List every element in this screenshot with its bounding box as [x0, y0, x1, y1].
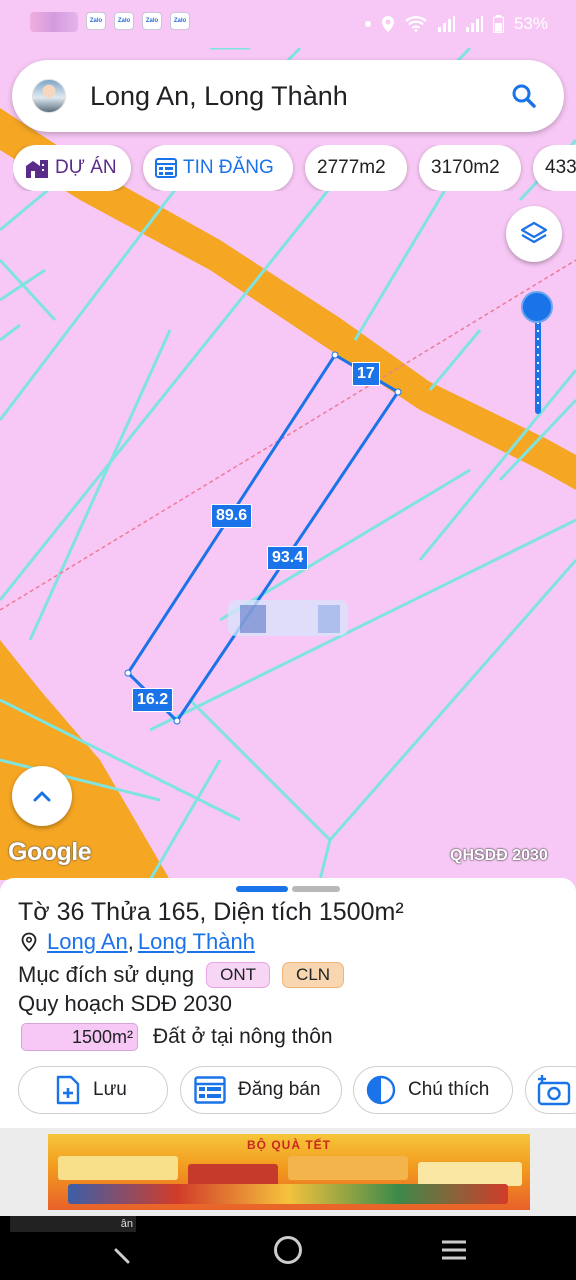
sheet-handle-active[interactable]	[236, 886, 288, 892]
parcel-info-sheet: Tờ 36 Thửa 165, Diện tích 1500m² Long An…	[0, 878, 576, 1128]
district-link[interactable]: Long Thành	[138, 929, 255, 955]
chip-label: DỰ ÁN	[55, 157, 117, 178]
search-bar[interactable]: Long An, Long Thành	[12, 60, 564, 132]
ad-graphic	[58, 1156, 178, 1180]
signal-icon	[465, 16, 483, 32]
layers-icon	[520, 221, 548, 244]
map-overlay-tag: QHSDĐ 2030	[450, 847, 548, 864]
chip-label: TIN ĐĂNG	[183, 157, 274, 178]
action-buttons: Lưu Đăng bán Chú thích	[18, 1066, 576, 1116]
zalo-icon: Zalo	[114, 12, 134, 30]
edge-length-label: 89.6	[211, 504, 253, 528]
ad-graphic	[418, 1162, 522, 1186]
wifi-icon	[405, 16, 427, 32]
chevron-up-icon	[33, 791, 51, 802]
signal-icon	[437, 16, 455, 32]
post-for-sale-label: Đăng bán	[238, 1079, 321, 1100]
nav-overlay-text: ân	[10, 1216, 136, 1232]
parcel-title: Tờ 36 Thửa 165, Diện tích 1500m²	[18, 898, 404, 926]
zalo-icon: Zalo	[86, 12, 106, 30]
listing-icon	[155, 158, 177, 178]
zalo-icon: Zalo	[170, 12, 190, 30]
land-use-tag-cln[interactable]: CLN	[282, 962, 345, 988]
chip-label: 2777m2	[317, 157, 386, 178]
edge-length-label: 93.4	[267, 546, 309, 570]
add-photo-button[interactable]	[525, 1066, 576, 1114]
save-add-icon	[56, 1075, 80, 1105]
legend-label: Chú thích	[408, 1079, 490, 1100]
purpose-label: Mục đích sử dụng	[18, 962, 195, 987]
map-view[interactable]: 17 89.6 93.4 16.2	[0, 0, 576, 880]
plan-label: Quy hoạch SDĐ 2030	[18, 991, 233, 1016]
status-bar: Zalo Zalo Zalo Zalo 53%	[0, 0, 576, 48]
avatar[interactable]	[32, 79, 66, 113]
navigation-bar: ân	[0, 1216, 576, 1280]
listing-icon	[194, 1076, 226, 1104]
expand-up-button[interactable]	[12, 766, 72, 826]
parcel-location: Long An , Long Thành	[20, 929, 255, 955]
location-separator: ,	[127, 929, 134, 954]
ad-headline: BỘ QUÀ TẾT	[247, 1138, 331, 1152]
post-for-sale-button[interactable]: Đăng bán	[180, 1066, 342, 1114]
land-use-tag-ont[interactable]: ONT	[206, 962, 271, 988]
dot-icon	[364, 21, 371, 27]
zoning-description: Đất ở tại nông thôn	[153, 1025, 333, 1048]
zoning-area-row: 1500m² Đất ở tại nông thôn	[21, 1023, 333, 1051]
battery-icon	[492, 15, 504, 33]
location-pin-icon	[21, 932, 37, 952]
chip-tin-dang[interactable]: TIN ĐĂNG	[143, 145, 293, 191]
chip-label: 433	[545, 157, 576, 178]
layers-button[interactable]	[506, 206, 562, 262]
battery-percent: 53%	[513, 14, 548, 33]
province-link[interactable]: Long An	[47, 929, 128, 955]
opacity-slider-ticks	[537, 322, 539, 410]
camera-add-icon	[537, 1075, 571, 1106]
legend-button[interactable]: Chú thích	[353, 1066, 513, 1114]
chip-du-an[interactable]: DỰ ÁN	[13, 145, 131, 191]
chip-label: 3170m2	[431, 157, 500, 178]
home-button[interactable]	[274, 1236, 302, 1264]
area-value-badge: 1500m²	[21, 1023, 138, 1051]
menu-icon	[442, 1240, 466, 1260]
contrast-icon	[366, 1075, 396, 1105]
ad-banner[interactable]: BỘ QUÀ TẾT	[48, 1134, 530, 1210]
edge-length-label: 16.2	[132, 688, 174, 712]
ad-container: BỘ QUÀ TẾT	[0, 1128, 576, 1216]
save-button-label: Lưu	[93, 1079, 127, 1100]
google-logo: Google	[8, 838, 92, 866]
chip-area-433[interactable]: 433	[533, 145, 576, 191]
chip-area-2777[interactable]: 2777m2	[305, 145, 407, 191]
ad-graphic	[68, 1184, 508, 1204]
building-icon	[26, 160, 48, 178]
save-button[interactable]: Lưu	[18, 1066, 168, 1114]
search-input[interactable]: Long An, Long Thành	[90, 81, 500, 112]
location-icon	[381, 16, 394, 32]
map-canvas[interactable]	[0, 0, 576, 880]
chip-area-3170[interactable]: 3170m2	[419, 145, 521, 191]
blurred-notification	[30, 12, 78, 32]
edge-length-label: 17	[352, 362, 380, 386]
filter-chips: DỰ ÁN TIN ĐĂNG 2777m2 3170m2 433	[13, 145, 576, 191]
ad-graphic	[288, 1156, 408, 1180]
zalo-icon: Zalo	[142, 12, 162, 30]
back-button[interactable]	[108, 1236, 138, 1271]
sheet-handle[interactable]	[292, 886, 340, 892]
search-icon[interactable]	[500, 72, 548, 120]
opacity-slider-handle[interactable]	[521, 291, 553, 323]
back-icon	[114, 1248, 130, 1264]
recent-apps-button[interactable]	[440, 1238, 468, 1267]
land-use-purpose: Mục đích sử dụng ONT CLN	[18, 962, 345, 988]
